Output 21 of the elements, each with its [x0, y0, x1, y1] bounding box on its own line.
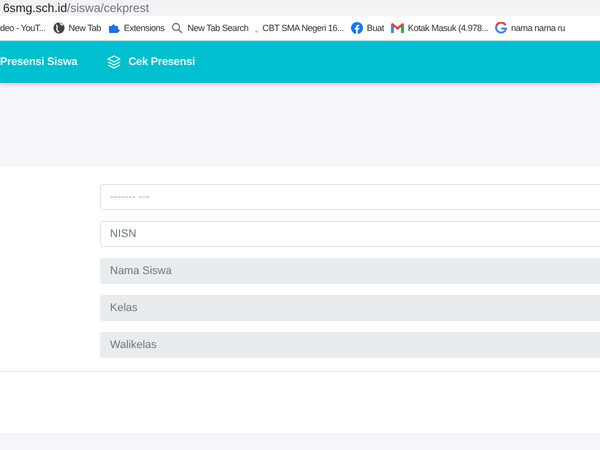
url-host: 6smg.sch.id	[3, 0, 68, 16]
url-path: /siswa/cekprest	[67, 0, 150, 16]
bookmark[interactable]: deo - YouT...	[0, 23, 46, 33]
input-field[interactable]: NISN	[100, 221, 600, 247]
facebook-icon	[350, 22, 363, 34]
layers-icon	[107, 55, 122, 69]
bookmark[interactable]: New Tab Search	[171, 22, 248, 34]
dot-icon	[255, 30, 258, 32]
bookmark[interactable]: nama nama ru	[495, 22, 565, 34]
bookmark[interactable]: Kotak Masuk (4.978...	[390, 23, 488, 33]
google-icon	[495, 22, 508, 34]
mail-icon	[390, 23, 404, 33]
bookmark[interactable]: New Tab	[52, 22, 101, 34]
bookmark[interactable]: CBT SMA Negeri 16...	[255, 23, 344, 33]
search-icon	[171, 22, 184, 34]
bookmark[interactable]: Extensions	[108, 22, 164, 34]
bookmark[interactable]: Buat	[350, 22, 384, 34]
globe-icon	[52, 22, 64, 34]
input-field[interactable]: ------- ---	[100, 184, 600, 210]
puzzle-icon	[108, 22, 120, 34]
address-bar[interactable]: 6smg.sch.id/siswa/cekprest	[0, 0, 600, 16]
